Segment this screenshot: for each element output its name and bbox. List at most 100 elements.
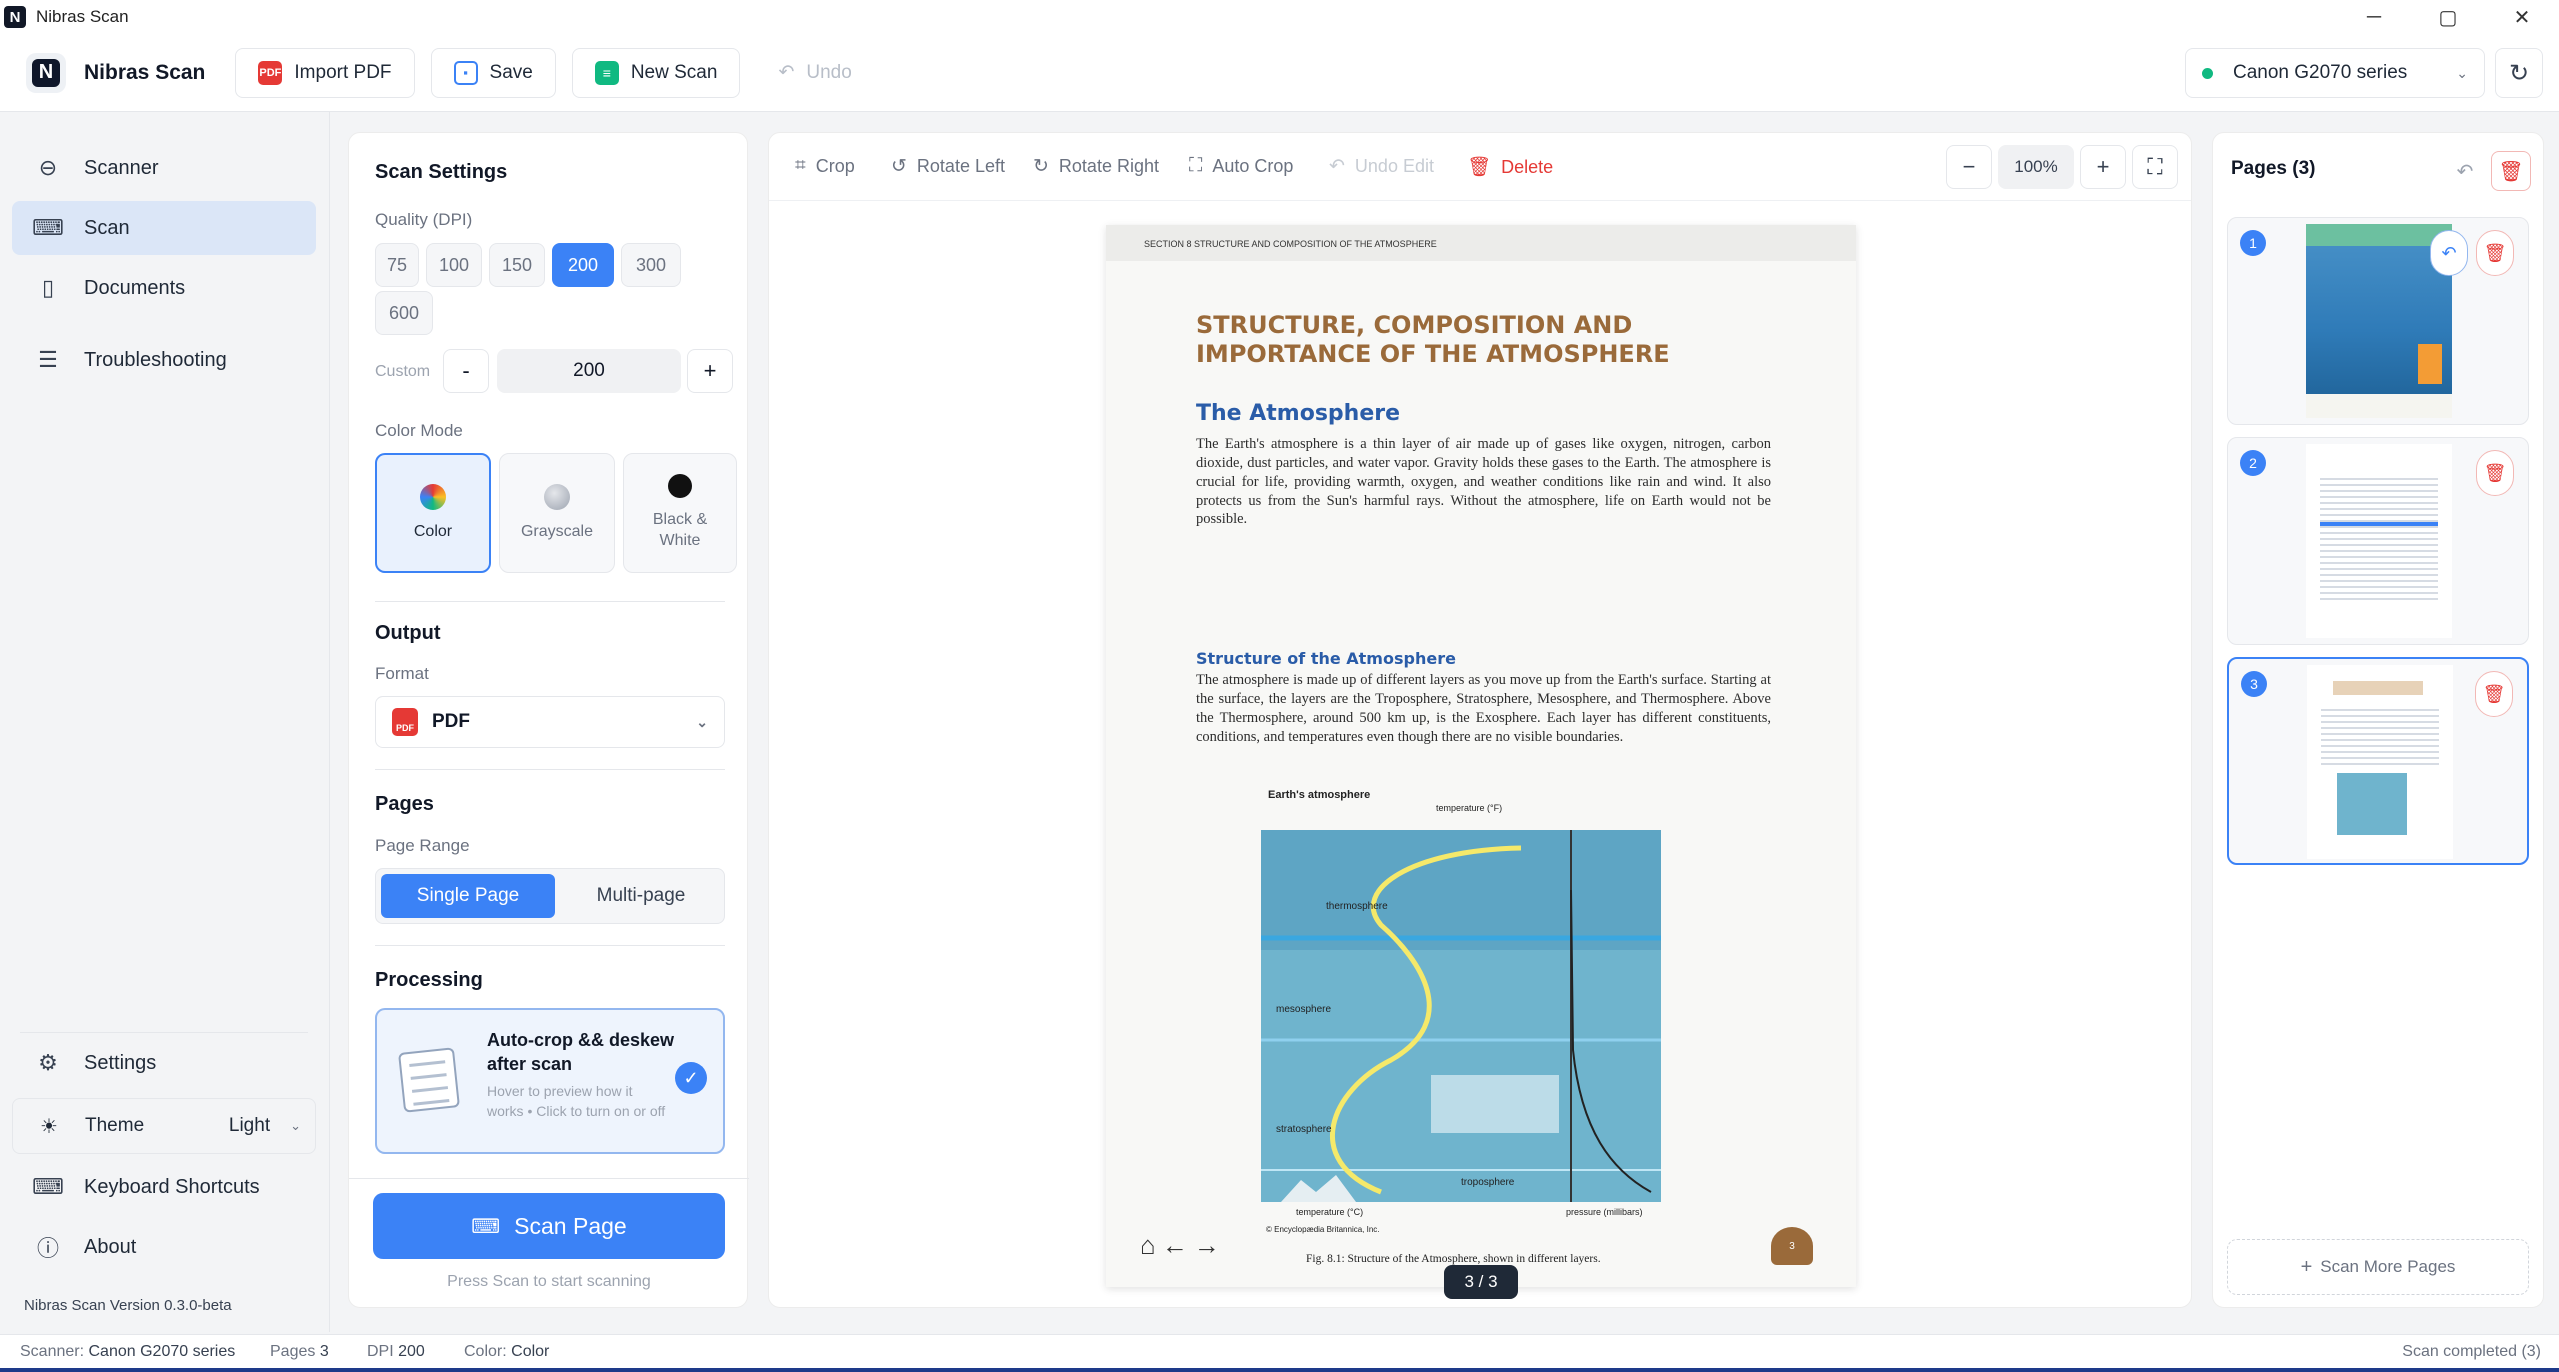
figure-caption: Fig. 8.1: Structure of the Atmosphere, s… <box>1306 1253 1601 1265</box>
trash-icon: 🗑 <box>2482 683 2506 704</box>
save-button[interactable]: ▪ Save <box>430 47 556 98</box>
crop-button[interactable]: ⌗ Crop <box>795 155 855 177</box>
sidebar-item-label: Settings <box>84 1051 157 1074</box>
sidebar-item-scanner[interactable]: ⊖ Scanner <box>12 141 316 195</box>
dpi-increment-button[interactable]: + <box>687 349 733 393</box>
page-range-toggle: Single Page Multi-page <box>375 868 725 924</box>
chevron-down-icon: ⌄ <box>696 713 708 730</box>
auto-crop-toggle-card[interactable]: Auto-crop && deskew after scan Hover to … <box>375 1008 725 1154</box>
undo-page-button[interactable]: ↶ <box>2445 151 2485 191</box>
scanner-select[interactable]: Canon G2070 series ⌄ <box>2185 48 2485 98</box>
crop-icon: ⌗ <box>795 155 806 176</box>
scan-page-button[interactable]: ⌨ Scan Page <box>373 1193 725 1259</box>
rotate-right-button[interactable]: ↻ Rotate Right <box>1033 155 1159 178</box>
sidebar-item-shortcuts[interactable]: ⌨ Keyboard Shortcuts <box>12 1160 316 1214</box>
doc-nav-icons: ⌂←→ <box>1140 1230 1226 1260</box>
undo-button[interactable]: ↶ Undo <box>756 47 874 98</box>
divider <box>349 1178 749 1179</box>
dpi-chip-600[interactable]: 600 <box>375 291 433 335</box>
import-pdf-label: Import PDF <box>294 61 392 83</box>
rotate-left-button[interactable]: ↺ Rotate Left <box>891 155 1005 178</box>
thumbnail-delete-button[interactable]: 🗑 <box>2475 671 2513 717</box>
dpi-chip-200[interactable]: 200 <box>552 243 614 287</box>
version-text: Nibras Scan Version 0.3.0-beta <box>24 1297 232 1314</box>
multi-page-option[interactable]: Multi-page <box>561 874 721 918</box>
scan-settings-panel: Scan Settings Quality (DPI) 75 100 150 2… <box>348 132 749 1308</box>
dpi-chip-300[interactable]: 300 <box>621 243 681 287</box>
color-mode-bw[interactable]: Black & White <box>623 453 737 573</box>
import-pdf-button[interactable]: PDF Import PDF <box>235 47 415 98</box>
sidebar-item-about[interactable]: ⓘ About <box>12 1220 316 1274</box>
format-select[interactable]: PDF PDF ⌄ <box>375 696 725 748</box>
minus-icon: − <box>1962 154 1976 179</box>
minimize-button[interactable]: ─ <box>2337 0 2411 34</box>
scan-more-pages-button[interactable]: + Scan More Pages <box>2227 1239 2529 1295</box>
single-page-option[interactable]: Single Page <box>381 874 555 918</box>
fit-to-screen-button[interactable]: ⛶ <box>2132 145 2178 189</box>
new-scan-button[interactable]: ≡ New Scan <box>571 47 741 98</box>
atmosphere-diagram-svg: thermosphere mesosphere stratosphere tro… <box>1261 830 1661 1202</box>
maximize-button[interactable]: ▢ <box>2411 0 2485 34</box>
undo-label: Undo <box>806 61 852 83</box>
dpi-chip-75[interactable]: 75 <box>375 243 419 287</box>
color-mode-grayscale[interactable]: Grayscale <box>499 453 615 573</box>
atmosphere-figure: thermosphere mesosphere stratosphere tro… <box>1261 830 1661 1202</box>
doc-page-number: 3 <box>1771 1227 1813 1265</box>
thumbnail-delete-button[interactable]: 🗑 <box>2476 230 2514 276</box>
page-number-badge: 1 <box>2240 230 2266 256</box>
auto-crop-button[interactable]: ⛶ Auto Crop <box>1189 155 1293 177</box>
sidebar-item-settings[interactable]: ⚙ Settings <box>12 1036 316 1090</box>
divider <box>375 769 725 770</box>
refresh-icon: ↻ <box>2508 59 2530 87</box>
gear-icon: ⚙ <box>38 1050 58 1075</box>
dpi-chip-100[interactable]: 100 <box>426 243 482 287</box>
color-mode-label: Color Mode <box>375 421 463 440</box>
figure-axis-top: temperature (°F) <box>1436 803 1503 813</box>
format-value: PDF <box>432 711 470 732</box>
page-thumbnail[interactable]: 3 🗑 <box>2227 657 2529 865</box>
main-toolbar: N Nibras Scan PDF Import PDF ▪ Save ≡ Ne… <box>0 34 2559 112</box>
output-title: Output <box>375 622 441 644</box>
figure-credit: © Encyclopædia Britannica, Inc. <box>1266 1225 1380 1234</box>
status-message: Scan completed (3) <box>2402 1343 2541 1360</box>
processing-option-title: Auto-crop && deskew after scan <box>487 1030 675 1075</box>
thumbnail-delete-button[interactable]: 🗑 <box>2476 450 2514 496</box>
document-illustration-icon <box>398 1047 460 1113</box>
page-counter: 3 / 3 <box>1444 1265 1518 1299</box>
logo-letter: N <box>32 58 60 87</box>
laptop-icon: ⌨ <box>32 215 64 240</box>
color-mode-color[interactable]: Color <box>375 453 491 573</box>
dpi-decrement-button[interactable]: - <box>443 349 489 393</box>
thumbnail-undo-button[interactable]: ↶ <box>2430 230 2468 276</box>
brand-logo: N <box>26 52 66 93</box>
figure-axis-bottom-left: temperature (°C) <box>1296 1207 1364 1217</box>
undo-edit-label: Undo Edit <box>1354 156 1434 176</box>
page-thumbnail[interactable]: 2 🗑 <box>2227 437 2529 645</box>
delete-all-button[interactable]: 🗑 <box>2491 151 2531 191</box>
doc-subheading: Structure of the Atmosphere <box>1196 649 1456 668</box>
sidebar-item-troubleshooting[interactable]: ☰ Troubleshooting <box>12 333 316 387</box>
brand-name: Nibras Scan <box>84 60 206 84</box>
mode-label: Black & White <box>652 511 708 549</box>
dpi-chip-150[interactable]: 150 <box>489 243 545 287</box>
page-thumbnail[interactable]: 1 ↶ 🗑 <box>2227 217 2529 425</box>
theme-select[interactable]: ☀ Theme Light ⌄ <box>12 1098 316 1154</box>
rotate-right-label: Rotate Right <box>1058 156 1159 176</box>
sidebar-item-documents[interactable]: ▯ Documents <box>12 261 316 315</box>
zoom-in-button[interactable]: + <box>2080 145 2126 189</box>
undo-edit-button[interactable]: ↶ Undo Edit <box>1329 155 1434 178</box>
custom-dpi-input[interactable]: 200 <box>497 349 681 393</box>
rotate-left-label: Rotate Left <box>916 156 1005 176</box>
refresh-button[interactable]: ↻ <box>2495 48 2543 98</box>
delete-button[interactable]: 🗑 Delete <box>1467 155 1553 179</box>
sidebar-item-label: Documents <box>84 276 186 299</box>
sidebar-item-scan[interactable]: ⌨ Scan <box>12 201 316 255</box>
mode-label: Grayscale <box>520 522 594 540</box>
zoom-out-button[interactable]: − <box>1946 145 1992 189</box>
window-controls: ─ ▢ ✕ <box>2337 0 2559 34</box>
preview-toolbar: ⌗ Crop ↺ Rotate Left ↻ Rotate Right ⛶ Auto C… <box>769 133 2191 201</box>
close-button[interactable]: ✕ <box>2485 0 2559 34</box>
scan-page-label: Scan Page <box>514 1212 627 1239</box>
sidebar-item-label: Keyboard Shortcuts <box>84 1175 260 1198</box>
auto-crop-icon: ⛶ <box>1189 155 1203 176</box>
